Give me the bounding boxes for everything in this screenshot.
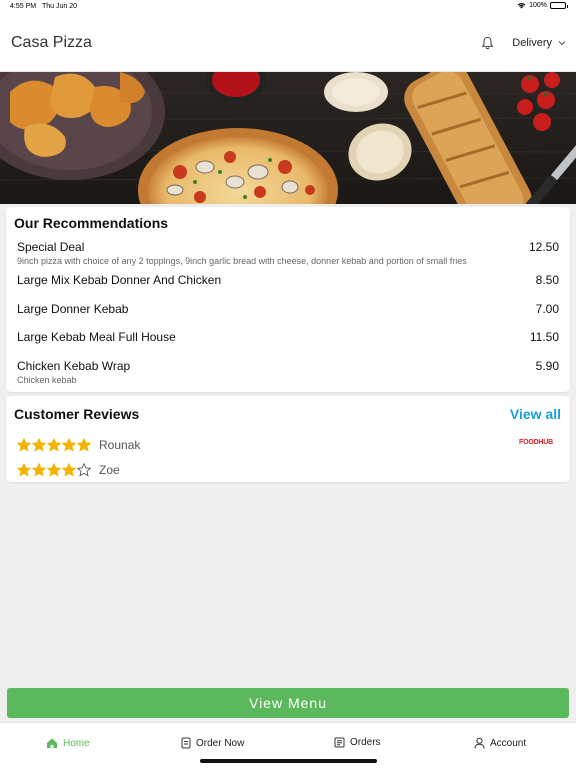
reviewer-name: Rounak bbox=[99, 438, 141, 452]
status-time: 4:55 PM bbox=[10, 3, 37, 10]
status-bar: 4:55 PM Thu Jun 20 100% bbox=[0, 0, 576, 14]
star-filled-icon bbox=[17, 438, 31, 452]
star-filled-icon bbox=[77, 438, 91, 452]
item-name: Large Donner Kebab bbox=[17, 302, 129, 316]
tab-account[interactable]: Account bbox=[474, 737, 526, 749]
foodhub-logo: FOODHUB bbox=[519, 439, 553, 446]
item-name: Large Mix Kebab Donner And Chicken bbox=[17, 273, 222, 287]
star-filled-icon bbox=[47, 438, 61, 452]
item-name: Chicken Kebab Wrap bbox=[17, 359, 131, 373]
battery-icon bbox=[550, 2, 568, 9]
tab-label: Account bbox=[490, 737, 527, 749]
tab-order-now[interactable]: Order Now bbox=[181, 737, 244, 749]
status-date: Thu Jun 20 bbox=[42, 3, 78, 10]
star-filled-icon bbox=[47, 463, 61, 477]
wifi-icon bbox=[517, 3, 526, 9]
item-price: 7.00 bbox=[535, 302, 559, 316]
review-row[interactable]: Zoe bbox=[17, 463, 120, 477]
menu-item[interactable]: Special Deal 9inch pizza with choice of … bbox=[17, 240, 559, 266]
home-indicator bbox=[200, 759, 377, 763]
order-icon bbox=[181, 737, 191, 749]
reviewer-name: Zoe bbox=[99, 463, 120, 477]
tab-label: Order Now bbox=[196, 737, 245, 749]
recommendations-title: Our Recommendations bbox=[14, 215, 169, 231]
item-price: 5.90 bbox=[535, 359, 559, 373]
reviews-card: Customer Reviews View all Rounak Zoe FOO… bbox=[6, 396, 570, 482]
restaurant-title: Casa Pizza bbox=[11, 34, 92, 51]
menu-item[interactable]: Large Donner Kebab 7.00 bbox=[17, 302, 559, 316]
bell-icon[interactable] bbox=[481, 36, 494, 50]
menu-item[interactable]: Large Kebab Meal Full House 11.50 bbox=[17, 330, 559, 344]
item-price: 8.50 bbox=[535, 273, 559, 287]
food-banner-image bbox=[0, 72, 576, 204]
view-all-link[interactable]: View all bbox=[510, 406, 561, 422]
item-name: Large Kebab Meal Full House bbox=[17, 330, 176, 344]
item-price: 11.50 bbox=[529, 330, 559, 344]
status-right: 100% bbox=[517, 2, 568, 9]
menu-item[interactable]: Chicken Kebab Wrap Chicken kebab 5.90 bbox=[17, 359, 559, 385]
star-filled-icon bbox=[62, 463, 76, 477]
menu-item[interactable]: Large Mix Kebab Donner And Chicken 8.50 bbox=[17, 273, 559, 287]
delivery-label[interactable]: Delivery bbox=[512, 37, 552, 49]
delivery-selector[interactable]: Delivery bbox=[481, 36, 566, 50]
star-filled-icon bbox=[17, 463, 31, 477]
item-price: 12.50 bbox=[528, 240, 559, 254]
reviews-title: Customer Reviews bbox=[14, 406, 140, 422]
star-rating bbox=[17, 438, 91, 452]
star-empty-icon bbox=[77, 463, 91, 477]
item-name: Special Deal bbox=[17, 240, 85, 254]
user-icon bbox=[474, 737, 485, 749]
battery-percent: 100% bbox=[529, 2, 547, 9]
tab-orders[interactable]: Orders bbox=[334, 737, 381, 748]
home-icon bbox=[47, 738, 57, 748]
star-filled-icon bbox=[32, 463, 46, 477]
app-header: Casa Pizza Delivery bbox=[0, 14, 576, 72]
star-rating bbox=[17, 463, 91, 477]
item-description: Chicken kebab bbox=[17, 375, 77, 385]
review-row[interactable]: Rounak bbox=[17, 438, 140, 452]
star-filled-icon bbox=[32, 438, 46, 452]
tab-home[interactable]: Home bbox=[46, 737, 90, 749]
tab-label: Orders bbox=[350, 737, 381, 748]
view-menu-button[interactable]: View Menu bbox=[7, 688, 569, 718]
tab-label: Home bbox=[63, 737, 90, 749]
star-filled-icon bbox=[62, 438, 76, 452]
chevron-down-icon[interactable] bbox=[558, 40, 566, 46]
receipt-icon bbox=[334, 737, 345, 748]
item-description: 9inch pizza with choice of any 2 topping… bbox=[17, 256, 467, 266]
recommendations-card: Our Recommendations Special Deal 9inch p… bbox=[6, 207, 570, 392]
